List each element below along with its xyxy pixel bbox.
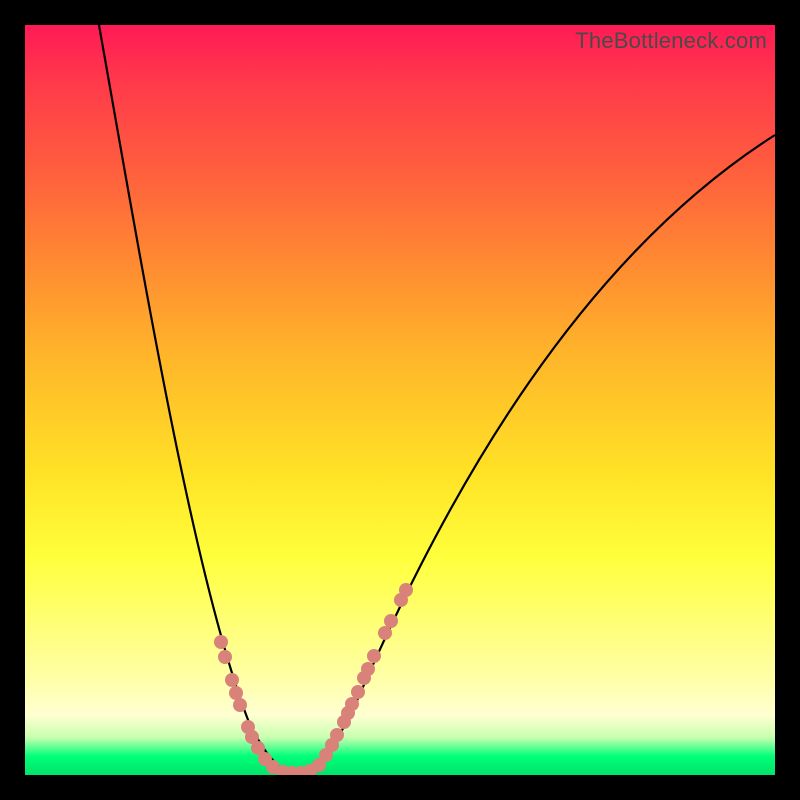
curve-layer (25, 25, 775, 775)
curve-dot (233, 698, 247, 712)
bottleneck-curve (99, 25, 775, 773)
curve-dot (214, 635, 228, 649)
curve-dot (399, 583, 413, 597)
curve-dot (367, 649, 381, 663)
chart-frame: TheBottleneck.com (25, 25, 775, 775)
curve-dot (351, 685, 365, 699)
curve-dot (218, 650, 232, 664)
curve-dot (225, 673, 239, 687)
watermark-text: TheBottleneck.com (575, 28, 767, 54)
curve-dot (330, 728, 344, 742)
curve-dot (229, 686, 243, 700)
curve-dot (345, 697, 359, 711)
dotted-overlay (214, 583, 413, 775)
curve-dot (384, 614, 398, 628)
curve-dot (378, 626, 392, 640)
curve-dot (361, 662, 375, 676)
